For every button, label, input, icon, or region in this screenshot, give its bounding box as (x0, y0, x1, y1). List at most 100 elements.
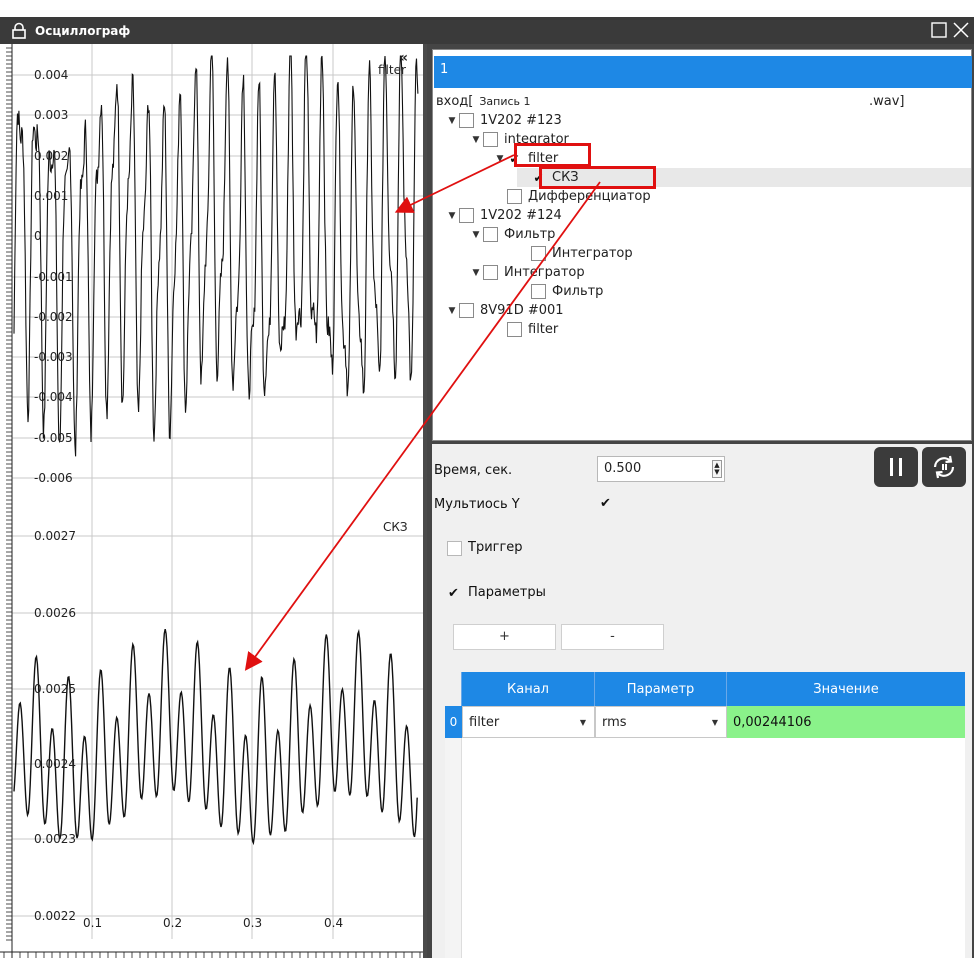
remove-parameter-button[interactable]: - (561, 624, 664, 650)
close-icon[interactable] (952, 21, 970, 39)
tree-item-checkbox[interactable] (531, 246, 546, 261)
tree-item-checkbox[interactable] (483, 265, 498, 280)
tree-item-checkbox[interactable] (459, 208, 474, 223)
tree-root[interactable]: вход[ Запись 1 .wav] (436, 92, 905, 111)
channel-select[interactable]: filter ▼ (462, 706, 595, 738)
y-tick-label: -0.001 (34, 270, 73, 284)
tree-item[interactable]: ▼ Интегратор (469, 263, 585, 282)
expand-arrow-icon[interactable]: ▼ (469, 230, 483, 240)
x-tick-label: 0.4 (324, 916, 343, 930)
row-index: 0 (445, 706, 462, 738)
params-checkbox[interactable]: ✔ (446, 586, 461, 601)
x-tick-label: 0.2 (163, 916, 182, 930)
y-tick-label: 0.0024 (34, 757, 76, 771)
corner-header (445, 672, 462, 706)
pause-button[interactable] (874, 447, 918, 487)
spin-arrows-icon[interactable]: ▲ ▼ (712, 460, 722, 478)
row-header-strip (445, 738, 462, 958)
multiaxis-label: Мультиось Y (434, 497, 520, 512)
pause-icon (890, 458, 902, 476)
tree-item-label: Интегратор (504, 265, 585, 280)
tree-item[interactable]: Фильтр (517, 282, 603, 301)
multiaxis-checkbox[interactable]: ✔ (598, 496, 613, 511)
tree-item-checkbox[interactable] (459, 113, 474, 128)
y-tick-label: 0.002 (34, 149, 68, 163)
tree-item-label: 1V202 #123 (480, 113, 562, 128)
window-titlebar: Осциллограф (0, 17, 974, 44)
trigger-checkbox[interactable] (447, 541, 462, 556)
tree-item-checkbox[interactable] (531, 284, 546, 299)
tree-root-prefix: вход[ (436, 94, 474, 109)
expand-arrow-icon[interactable]: ▼ (445, 116, 459, 126)
refresh-icon (933, 455, 955, 479)
tree-item[interactable]: filter (493, 320, 558, 339)
oscilloscope-plot[interactable]: 0.004 0.003 0.002 0.001 0 -0.001 -0.002 -0.003 -… (0, 44, 427, 958)
expand-arrow-icon[interactable]: ▼ (493, 154, 507, 164)
add-parameter-button[interactable]: + (453, 624, 556, 650)
params-label: Параметры (468, 585, 546, 600)
time-label: Время, сек. (434, 463, 513, 478)
y-tick-label: 0.001 (34, 189, 68, 203)
tree-item-label: 8V91D #001 (480, 303, 564, 318)
column-header-channel[interactable]: Канал (462, 672, 595, 706)
expand-arrow-icon[interactable]: ▼ (469, 135, 483, 145)
parameter-value: rms (602, 714, 627, 730)
chevron-down-icon: ▼ (579, 717, 586, 727)
plot-axis (0, 44, 423, 958)
tree-item-checkbox[interactable] (483, 227, 498, 242)
y-tick-label: -0.006 (34, 471, 73, 485)
tree-item[interactable]: Интегратор (517, 244, 633, 263)
tree-item[interactable]: ▼ 1V202 #123 (445, 111, 562, 130)
rms-waveform (13, 628, 418, 846)
tree-item-checkbox[interactable] (507, 189, 522, 204)
y-tick-label: 0.0025 (34, 682, 76, 696)
window-title: Осциллограф (35, 23, 131, 38)
column-header-parameter[interactable]: Параметр (595, 672, 727, 706)
plot-canvas[interactable]: 0.004 0.003 0.002 0.001 0 -0.001 -0.002 -0.003 -… (0, 44, 423, 958)
tree-root-suffix: .wav] (869, 94, 905, 109)
tree-item-label: filter (528, 322, 559, 337)
plot-grid (12, 44, 423, 939)
tree-item[interactable]: ▼ Фильтр (469, 225, 555, 244)
bottom-channel-label: СКЗ (383, 520, 408, 534)
y-tick-label: 0 (34, 229, 42, 243)
tree-item-label: Фильтр (504, 227, 556, 242)
time-spinbox[interactable]: 0.500 ▲ ▼ (597, 456, 725, 482)
tree-item-checkbox[interactable] (483, 132, 498, 147)
highlight-rms (539, 166, 656, 189)
column-header-value[interactable]: Значение (727, 672, 965, 706)
y-tick-label: 0.003 (34, 108, 68, 122)
y-tick-label: 0.004 (34, 68, 68, 82)
tree-root-name: Запись 1 (479, 95, 531, 108)
tree-item[interactable]: ▼ 1V202 #124 (445, 206, 562, 225)
y-tick-label: 0.0026 (34, 606, 76, 620)
controls-panel: Время, сек. 0.500 ▲ ▼ Мультиось Y ✔ Тригг… (432, 444, 972, 958)
channel-value: filter (469, 714, 500, 730)
y-tick-label: 0.0027 (34, 529, 76, 543)
parameter-select[interactable]: rms ▼ (595, 706, 727, 738)
channel-tree: 1 вход[ Запись 1 .wav] ▼ 1V202 #123 ▼ integ… (432, 49, 972, 441)
expand-arrow-icon[interactable]: ▼ (469, 268, 483, 278)
refresh-button[interactable] (922, 447, 966, 487)
tree-item-label: Дифференциатор (528, 189, 651, 204)
tree-item[interactable]: Дифференциатор (493, 187, 651, 206)
tree-item-checkbox[interactable] (459, 303, 474, 318)
highlight-filter (514, 143, 591, 167)
tree-item-label: Интегратор (552, 246, 633, 261)
lock-icon (12, 22, 26, 39)
y-tick-label: -0.003 (34, 350, 73, 364)
chevron-down-icon: ▼ (711, 717, 718, 727)
tree-item-checkbox[interactable] (507, 322, 522, 337)
maximize-icon[interactable] (930, 21, 948, 39)
tree-item-label: Фильтр (552, 284, 604, 299)
table-row[interactable]: 0 filter ▼ rms ▼ 0,00244106 (445, 706, 965, 738)
expand-arrow-icon[interactable]: ▼ (445, 306, 459, 316)
collapse-icon[interactable]: « (399, 50, 408, 66)
trigger-label: Триггер (468, 540, 523, 555)
right-panel: 1 вход[ Запись 1 .wav] ▼ 1V202 #123 ▼ integ… (427, 44, 974, 958)
tree-header[interactable]: 1 (434, 56, 972, 88)
y-tick-label: 0.0022 (34, 909, 76, 923)
expand-arrow-icon[interactable]: ▼ (445, 211, 459, 221)
tree-item[interactable]: ▼ 8V91D #001 (445, 301, 564, 320)
y-tick-label: -0.002 (34, 310, 73, 324)
